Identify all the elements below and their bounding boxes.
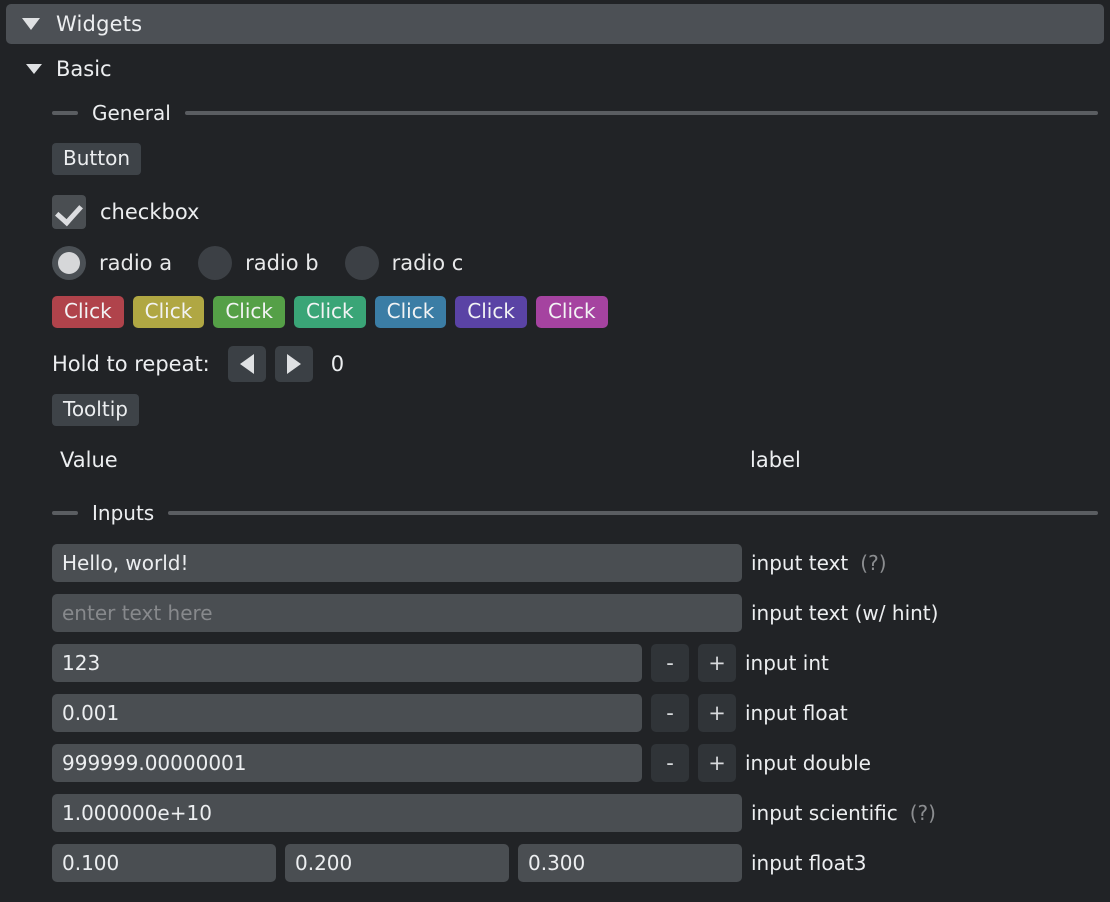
button[interactable]: Button	[52, 143, 141, 175]
section-title-general: General	[92, 101, 171, 125]
hold-to-repeat-counter: 0	[331, 352, 344, 376]
input-int-increment-button[interactable]: +	[698, 644, 736, 682]
check-icon	[55, 198, 83, 227]
input-float3-field-y[interactable]	[285, 844, 509, 882]
input-int-label: input int	[745, 651, 829, 675]
radio-button-a[interactable]	[52, 246, 86, 280]
tooltip-row: Tooltip	[52, 394, 139, 426]
radio-label-c: radio c	[392, 251, 464, 275]
click-button-1[interactable]: Click	[133, 296, 205, 328]
increment-button[interactable]	[275, 346, 313, 382]
tooltip-button[interactable]: Tooltip	[52, 394, 139, 426]
imgui-demo-window: Widgets Basic General Button checkbox ra…	[0, 0, 1110, 902]
input-double-label: input double	[745, 751, 871, 775]
input-float3-field-x[interactable]	[52, 844, 276, 882]
input-double-increment-button[interactable]: +	[698, 744, 736, 782]
click-button-4[interactable]: Click	[375, 296, 447, 328]
separator-dash	[52, 111, 78, 115]
input-row-float3: input float3	[52, 844, 866, 882]
input-float3-label: input float3	[751, 851, 866, 875]
button-row: Button	[52, 143, 141, 175]
help-marker-icon[interactable]: (?)	[910, 801, 936, 825]
input-float-field[interactable]	[52, 694, 642, 732]
collapsing-header-label: Widgets	[56, 12, 142, 36]
click-button-0[interactable]: Click	[52, 296, 124, 328]
value-right-label: label	[750, 448, 801, 472]
tree-node-basic[interactable]: Basic	[26, 54, 112, 84]
input-scientific-field[interactable]	[52, 794, 742, 832]
input-text-hint-label: input text (w/ hint)	[751, 601, 938, 625]
input-text-label: input text	[751, 551, 848, 575]
section-separator-general: General	[52, 100, 1098, 126]
radio-label-b: radio b	[245, 251, 319, 275]
decrement-button[interactable]	[228, 346, 266, 382]
click-button-5[interactable]: Click	[455, 296, 527, 328]
click-button-3[interactable]: Click	[294, 296, 366, 328]
input-int-field[interactable]	[52, 644, 642, 682]
input-double-field[interactable]	[52, 744, 642, 782]
click-button-6[interactable]: Click	[536, 296, 608, 328]
section-separator-inputs: Inputs	[52, 500, 1098, 526]
separator-line	[185, 111, 1098, 115]
triangle-down-icon	[22, 18, 40, 30]
separator-dash	[52, 511, 78, 515]
input-scientific-label: input scientific	[751, 801, 898, 825]
input-float3-field-z[interactable]	[518, 844, 742, 882]
input-float-decrement-button[interactable]: -	[651, 694, 689, 732]
arrow-left-icon	[240, 354, 254, 374]
input-float-increment-button[interactable]: +	[698, 694, 736, 732]
input-text-field[interactable]	[52, 544, 742, 582]
value-text: Value	[60, 448, 118, 472]
tree-node-label: Basic	[56, 57, 112, 81]
help-marker-icon[interactable]: (?)	[860, 551, 886, 575]
input-double-decrement-button[interactable]: -	[651, 744, 689, 782]
radio-button-b[interactable]	[198, 246, 232, 280]
radio-group: radio a radio b radio c	[52, 246, 489, 280]
input-row-double: - + input double	[52, 744, 871, 782]
input-row-text: input text (?)	[52, 544, 887, 582]
input-float-label: input float	[745, 701, 848, 725]
checkbox-label: checkbox	[100, 200, 199, 224]
section-title-inputs: Inputs	[92, 501, 154, 525]
triangle-down-icon	[26, 64, 42, 74]
colored-button-row: Click Click Click Click Click Click Clic…	[52, 296, 617, 328]
arrow-right-icon	[287, 354, 301, 374]
input-row-text-hint: input text (w/ hint)	[52, 594, 938, 632]
collapsing-header-widgets[interactable]: Widgets	[6, 4, 1104, 44]
input-text-hint-field[interactable]	[52, 594, 742, 632]
checkbox[interactable]	[52, 195, 86, 229]
click-button-2[interactable]: Click	[213, 296, 285, 328]
radio-button-c[interactable]	[345, 246, 379, 280]
input-int-decrement-button[interactable]: -	[651, 644, 689, 682]
hold-to-repeat-row: Hold to repeat: 0	[52, 346, 344, 382]
input-row-int: - + input int	[52, 644, 829, 682]
separator-line	[168, 511, 1098, 515]
input-row-scientific: input scientific (?)	[52, 794, 936, 832]
input-row-float: - + input float	[52, 694, 848, 732]
checkbox-row[interactable]: checkbox	[52, 195, 199, 229]
hold-to-repeat-label: Hold to repeat:	[52, 352, 210, 376]
value-label-row: Value label	[60, 448, 1100, 472]
radio-label-a: radio a	[99, 251, 172, 275]
